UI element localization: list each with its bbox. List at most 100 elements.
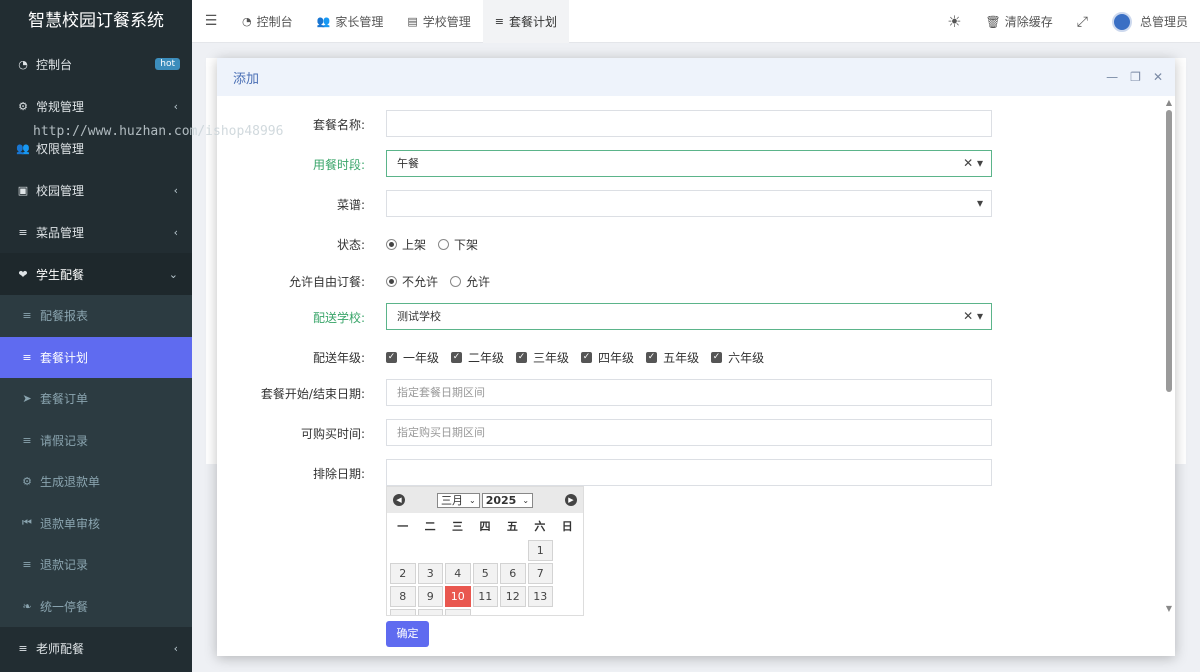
close-icon[interactable]: ✕ bbox=[1153, 70, 1163, 84]
month-select[interactable]: 三月 ⌄ bbox=[436, 492, 480, 508]
chevron-left-icon: ‹ bbox=[173, 99, 178, 113]
checkbox-checked[interactable]: ✓ bbox=[451, 352, 463, 363]
calendar-day[interactable]: 15 bbox=[417, 609, 443, 615]
tab-schools[interactable]: ▤ 学校管理 bbox=[395, 0, 482, 43]
checkbox-checked[interactable]: ✓ bbox=[516, 352, 528, 363]
calendar-day[interactable]: 11 bbox=[472, 586, 498, 607]
date-range-placeholder: 指定套餐日期区间 bbox=[397, 386, 485, 399]
year-select[interactable]: 2025 ⌄ bbox=[481, 492, 534, 508]
clear-cache-button[interactable]: 🗑 清除缓存 bbox=[974, 13, 1065, 30]
add-dialog: 添加 — ❐ ✕ 套餐名称: 用餐时段: 午餐 ✕ ▾ 菜谱: ▾ 状态: 上架… bbox=[217, 58, 1175, 656]
sidebar-item-leave-records[interactable]: ≡ 请假记录 bbox=[0, 420, 192, 462]
caret-down-icon[interactable]: ▾ bbox=[977, 191, 983, 216]
sidebar-item-refund-records[interactable]: ≡ 退款记录 bbox=[0, 544, 192, 586]
topbar-actions: ☀ 🗑 清除缓存 ⤢ 总管理员 bbox=[935, 0, 1200, 43]
free-order-option-no[interactable]: 不允许 bbox=[386, 273, 438, 290]
calendar-day[interactable]: 8 bbox=[390, 586, 416, 607]
status-option-off[interactable]: 下架 bbox=[438, 236, 478, 253]
calendar-day[interactable]: 9 bbox=[417, 586, 443, 607]
datepicker: ◀ 三月⌄ 2025⌄ ▶ 一二三四五六日 123456789101112131… bbox=[386, 486, 584, 616]
send-icon: ➤ bbox=[22, 392, 32, 406]
theme-sun-icon[interactable]: ☀ bbox=[935, 12, 973, 31]
sidebar-item-stop-meals[interactable]: ❧ 统一停餐 bbox=[0, 586, 192, 628]
list-icon: ≡ bbox=[18, 641, 28, 655]
maximize-icon[interactable]: ❐ bbox=[1130, 70, 1141, 84]
calendar-day[interactable]: 4 bbox=[445, 563, 471, 584]
sidebar-item-dishes[interactable]: ≡ 菜品管理 ‹ bbox=[0, 211, 192, 253]
calendar-day[interactable]: 16 bbox=[445, 609, 471, 615]
calendar-day[interactable]: 12 bbox=[500, 586, 526, 607]
sidebar-item-label: 学生配餐 bbox=[36, 267, 85, 282]
tab-label: 家长管理 bbox=[335, 14, 384, 29]
minimize-icon[interactable]: — bbox=[1106, 70, 1118, 84]
grade-checkbox-2[interactable]: ✓ 二年级 bbox=[451, 349, 504, 366]
checkbox-checked[interactable]: ✓ bbox=[581, 352, 593, 363]
sidebar: 智慧校园订餐系统 ◔ 控制台 hot ⚙ 常规管理 ‹ 👥 权限管理 ▣ 校园管… bbox=[0, 0, 192, 672]
rewind-icon: ⏮ bbox=[22, 516, 32, 530]
grade-checkbox-4[interactable]: ✓ 四年级 bbox=[581, 349, 634, 366]
exclude-dates-input[interactable] bbox=[386, 459, 992, 486]
tab-meal-plan[interactable]: ≡ 套餐计划 bbox=[482, 0, 569, 43]
radio-unchecked[interactable] bbox=[438, 239, 450, 250]
sidebar-item-meal-orders[interactable]: ➤ 套餐订单 bbox=[0, 378, 192, 420]
sidebar-item-teacher-meals[interactable]: ≡ 老师配餐 ‹ bbox=[0, 627, 192, 669]
clear-caret-icon[interactable]: ✕ ▾ bbox=[963, 304, 983, 329]
calendar-day[interactable]: 1 bbox=[527, 540, 553, 561]
next-month-icon[interactable]: ▶ bbox=[565, 494, 577, 506]
hot-badge: hot bbox=[155, 58, 180, 70]
sidebar-item-generate-refund[interactable]: ⚙ 生成退款单 bbox=[0, 461, 192, 503]
grade-checkbox-3[interactable]: ✓ 三年级 bbox=[516, 349, 569, 366]
scroll-down-icon[interactable]: ▼ bbox=[1165, 604, 1173, 613]
option-label: 下架 bbox=[454, 238, 479, 252]
calendar-day[interactable]: 6 bbox=[500, 563, 526, 584]
status-option-on[interactable]: 上架 bbox=[386, 236, 426, 253]
free-order-option-yes[interactable]: 允许 bbox=[450, 273, 490, 290]
sidebar-item-meal-report[interactable]: ≡ 配餐报表 bbox=[0, 295, 192, 337]
menu-select[interactable]: ▾ bbox=[386, 190, 992, 217]
sidebar-item-refund-review[interactable]: ⏮ 退款单审核 bbox=[0, 503, 192, 545]
calendar-day[interactable]: 14 bbox=[390, 609, 416, 615]
menu-toggle-icon[interactable]: ☰ bbox=[192, 13, 230, 29]
calendar-day[interactable]: 2 bbox=[390, 563, 416, 584]
radio-checked[interactable] bbox=[386, 276, 397, 287]
radio-checked[interactable] bbox=[386, 239, 397, 250]
checkbox-checked[interactable]: ✓ bbox=[711, 352, 723, 363]
option-label: 不允许 bbox=[402, 275, 439, 289]
sidebar-item-meal-plan[interactable]: ≡ 套餐计划 bbox=[0, 336, 192, 378]
scrollbar[interactable]: ▲ ▼ bbox=[1165, 98, 1173, 613]
meal-name-input[interactable] bbox=[386, 110, 992, 137]
grade-checkbox-6[interactable]: ✓ 六年级 bbox=[711, 349, 764, 366]
checkbox-checked[interactable]: ✓ bbox=[386, 352, 397, 363]
calendar-day[interactable]: 10 bbox=[445, 586, 471, 607]
confirm-button[interactable]: 确定 bbox=[386, 621, 429, 647]
scroll-up-icon[interactable]: ▲ bbox=[1165, 98, 1173, 107]
radio-unchecked[interactable] bbox=[450, 276, 462, 287]
tab-parents[interactable]: 👥 家长管理 bbox=[305, 0, 396, 43]
calendar-day[interactable]: 13 bbox=[527, 586, 553, 607]
clear-caret-icon[interactable]: ✕ ▾ bbox=[963, 151, 983, 176]
fullscreen-icon[interactable]: ⤢ bbox=[1065, 14, 1100, 30]
buy-time-input[interactable]: 指定购买日期区间 bbox=[386, 419, 992, 446]
school-value: 测试学校 bbox=[397, 310, 441, 323]
prev-month-icon[interactable]: ◀ bbox=[393, 494, 405, 506]
grade-checkbox-5[interactable]: ✓ 五年级 bbox=[646, 349, 699, 366]
scrollbar-thumb[interactable] bbox=[1166, 110, 1172, 392]
sidebar-item-dashboard[interactable]: ◔ 控制台 hot bbox=[0, 43, 192, 85]
grade-label-text: 二年级 bbox=[468, 351, 505, 365]
tab-dashboard[interactable]: ◔ 控制台 bbox=[230, 0, 305, 43]
calendar-day[interactable]: 7 bbox=[527, 563, 553, 584]
sidebar-item-student-meals[interactable]: ❤ 学生配餐 ⌄ bbox=[0, 253, 192, 295]
calendar-day[interactable]: 5 bbox=[472, 563, 498, 584]
top-navbar: ☰ ◔ 控制台 👥 家长管理 ▤ 学校管理 ≡ 套餐计划 ☀ 🗑 清除缓存 ⤢ … bbox=[192, 0, 1200, 43]
sidebar-item-general[interactable]: ⚙ 常规管理 ‹ bbox=[0, 85, 192, 127]
date-range-input[interactable]: 指定套餐日期区间 bbox=[386, 379, 992, 406]
meal-period-select[interactable]: 午餐 ✕ ▾ bbox=[386, 150, 992, 177]
checkbox-checked[interactable]: ✓ bbox=[646, 352, 658, 363]
grade-checkbox-1[interactable]: ✓ 一年级 bbox=[386, 349, 439, 366]
user-menu[interactable]: 总管理员 bbox=[1100, 11, 1200, 32]
calendar-day[interactable]: 3 bbox=[417, 563, 443, 584]
sidebar-item-label: 常规管理 bbox=[36, 99, 85, 114]
sidebar-item-campus[interactable]: ▣ 校园管理 ‹ bbox=[0, 169, 192, 211]
app-title: 智慧校园订餐系统 bbox=[0, 0, 192, 43]
school-select[interactable]: 测试学校 ✕ ▾ bbox=[386, 303, 992, 330]
